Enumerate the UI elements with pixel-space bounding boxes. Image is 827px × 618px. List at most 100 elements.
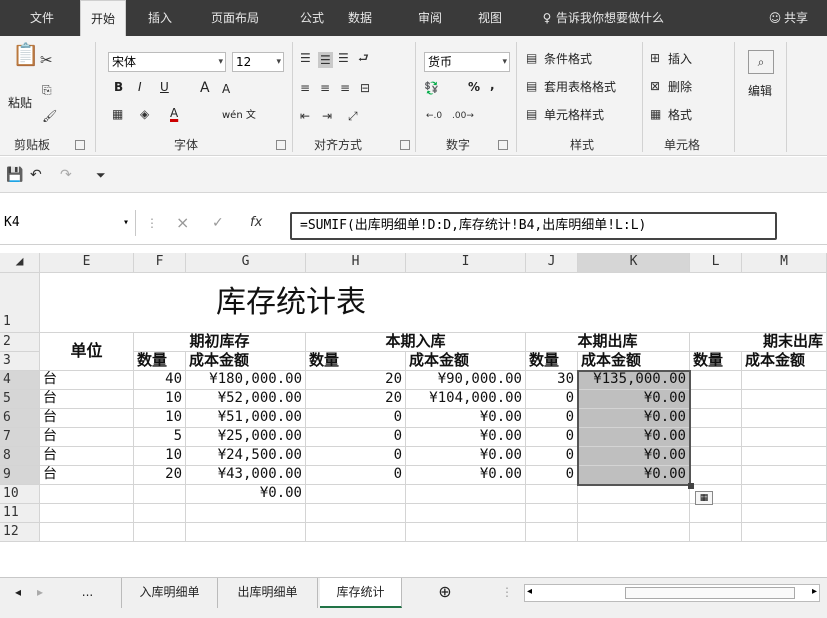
font-name-combo[interactable]: 宋体 ▾ (108, 52, 226, 72)
table-cell[interactable] (186, 523, 306, 542)
tab-insert[interactable]: 插入 (140, 0, 180, 36)
row-header[interactable]: 6 (0, 409, 40, 428)
header-qty[interactable]: 数量 (690, 352, 742, 371)
row-header[interactable]: 2 (0, 333, 40, 352)
decrease-decimal-icon[interactable]: .00→ (452, 108, 474, 124)
table-cell[interactable]: 0 (526, 466, 578, 485)
column-header[interactable]: F (134, 253, 186, 273)
tab-home[interactable]: 开始 (80, 0, 126, 36)
header-ending[interactable]: 期末出库 (690, 333, 827, 352)
column-header[interactable]: J (526, 253, 578, 273)
table-cell[interactable]: ¥0.00 (186, 485, 306, 504)
scroll-thumb[interactable] (625, 587, 795, 599)
column-header[interactable]: K (578, 253, 690, 273)
header-period-out[interactable]: 本期出库 (526, 333, 690, 352)
table-cell[interactable] (134, 485, 186, 504)
table-cell[interactable]: ¥0.00 (406, 447, 526, 466)
table-cell[interactable] (742, 466, 827, 485)
header-amount[interactable]: 成本金额 (406, 352, 526, 371)
table-cell[interactable]: 5 (134, 428, 186, 447)
comma-button[interactable]: , (490, 78, 495, 92)
table-cell[interactable]: ¥24,500.00 (186, 447, 306, 466)
scroll-left-icon[interactable]: ◂ (527, 586, 532, 597)
header-period-in[interactable]: 本期入库 (306, 333, 526, 352)
format-painter-icon[interactable]: 🖌 (42, 108, 57, 124)
select-all-corner[interactable]: ◢ (0, 253, 40, 273)
row-header[interactable]: 1 (0, 273, 40, 333)
table-cell[interactable]: 台 (40, 409, 134, 428)
italic-button[interactable]: I (138, 80, 142, 94)
header-unit[interactable]: 单位 (40, 333, 134, 371)
tab-view[interactable]: 视图 (470, 0, 510, 36)
table-cell[interactable] (306, 485, 406, 504)
table-cell[interactable]: ¥43,000.00 (186, 466, 306, 485)
column-header[interactable]: M (742, 253, 827, 273)
column-header[interactable]: I (406, 253, 526, 273)
table-cell[interactable] (690, 371, 742, 390)
table-cell[interactable] (526, 485, 578, 504)
table-cell[interactable]: 0 (526, 428, 578, 447)
table-cell[interactable]: 10 (134, 390, 186, 409)
table-cell[interactable]: 20 (306, 371, 406, 390)
align-right-icon[interactable]: ≡ (340, 80, 350, 96)
editing-button[interactable]: 编辑 (748, 82, 772, 99)
align-bottom-icon[interactable]: ☰ (338, 50, 349, 66)
table-cell[interactable] (690, 428, 742, 447)
table-cell[interactable] (690, 390, 742, 409)
table-cell[interactable]: 台 (40, 428, 134, 447)
table-cell[interactable] (40, 523, 134, 542)
table-cell[interactable] (742, 428, 827, 447)
table-cell[interactable]: ¥52,000.00 (186, 390, 306, 409)
row-header[interactable]: 10 (0, 485, 40, 504)
table-cell[interactable]: ¥0.00 (578, 390, 690, 409)
table-cell[interactable] (306, 504, 406, 523)
table-cell[interactable]: ¥0.00 (406, 409, 526, 428)
table-cell[interactable]: 0 (306, 409, 406, 428)
table-cell[interactable]: 台 (40, 390, 134, 409)
save-icon[interactable]: 💾 (6, 167, 23, 183)
table-cell[interactable] (406, 504, 526, 523)
table-cell[interactable] (690, 523, 742, 542)
table-cell[interactable]: ¥0.00 (578, 428, 690, 447)
table-cell[interactable] (742, 523, 827, 542)
alignment-launcher-icon[interactable] (400, 140, 410, 150)
table-cell[interactable]: 0 (526, 409, 578, 428)
table-cell[interactable] (742, 409, 827, 428)
confirm-formula-icon[interactable]: ✓ (212, 215, 224, 231)
table-cell[interactable] (690, 409, 742, 428)
quick-analysis-icon[interactable]: ▦ (695, 491, 713, 505)
table-cell[interactable]: ¥0.00 (406, 466, 526, 485)
header-amount[interactable]: 成本金额 (186, 352, 306, 371)
table-cell[interactable]: 30 (526, 371, 578, 390)
decrease-indent-icon[interactable]: ⇤ (300, 108, 310, 124)
undo-icon[interactable]: ↶ (30, 167, 42, 183)
bold-button[interactable]: B (114, 80, 123, 94)
table-cell[interactable]: 0 (306, 447, 406, 466)
paste-button[interactable]: 粘贴 (8, 94, 32, 111)
row-header[interactable]: 12 (0, 523, 40, 542)
table-cell[interactable]: ¥135,000.00 (578, 371, 690, 390)
table-cell[interactable] (578, 504, 690, 523)
header-qty[interactable]: 数量 (526, 352, 578, 371)
tab-page-layout[interactable]: 页面布局 (200, 0, 270, 36)
format-as-table-button[interactable]: 套用表格格式 (544, 78, 616, 95)
table-cell[interactable]: 0 (526, 390, 578, 409)
table-cell[interactable] (690, 466, 742, 485)
column-header[interactable]: G (186, 253, 306, 273)
table-cell[interactable]: 0 (306, 466, 406, 485)
table-cell[interactable]: ¥0.00 (578, 447, 690, 466)
header-qty[interactable]: 数量 (134, 352, 186, 371)
increase-decimal-icon[interactable]: ←.0 (426, 108, 442, 124)
next-sheet-icon[interactable]: ▸ (30, 578, 50, 608)
font-color-icon[interactable]: A (170, 106, 178, 120)
table-cell[interactable] (306, 523, 406, 542)
table-cell[interactable] (134, 523, 186, 542)
wrap-text-icon[interactable]: ⮐ (358, 50, 369, 66)
table-cell[interactable]: 0 (526, 447, 578, 466)
delete-cells-button[interactable]: 删除 (668, 78, 692, 95)
orientation-icon[interactable]: ⤢ (348, 108, 358, 124)
table-cell[interactable]: ¥0.00 (578, 409, 690, 428)
number-launcher-icon[interactable] (498, 140, 508, 150)
column-header[interactable]: L (690, 253, 742, 273)
column-header[interactable]: E (40, 253, 134, 273)
